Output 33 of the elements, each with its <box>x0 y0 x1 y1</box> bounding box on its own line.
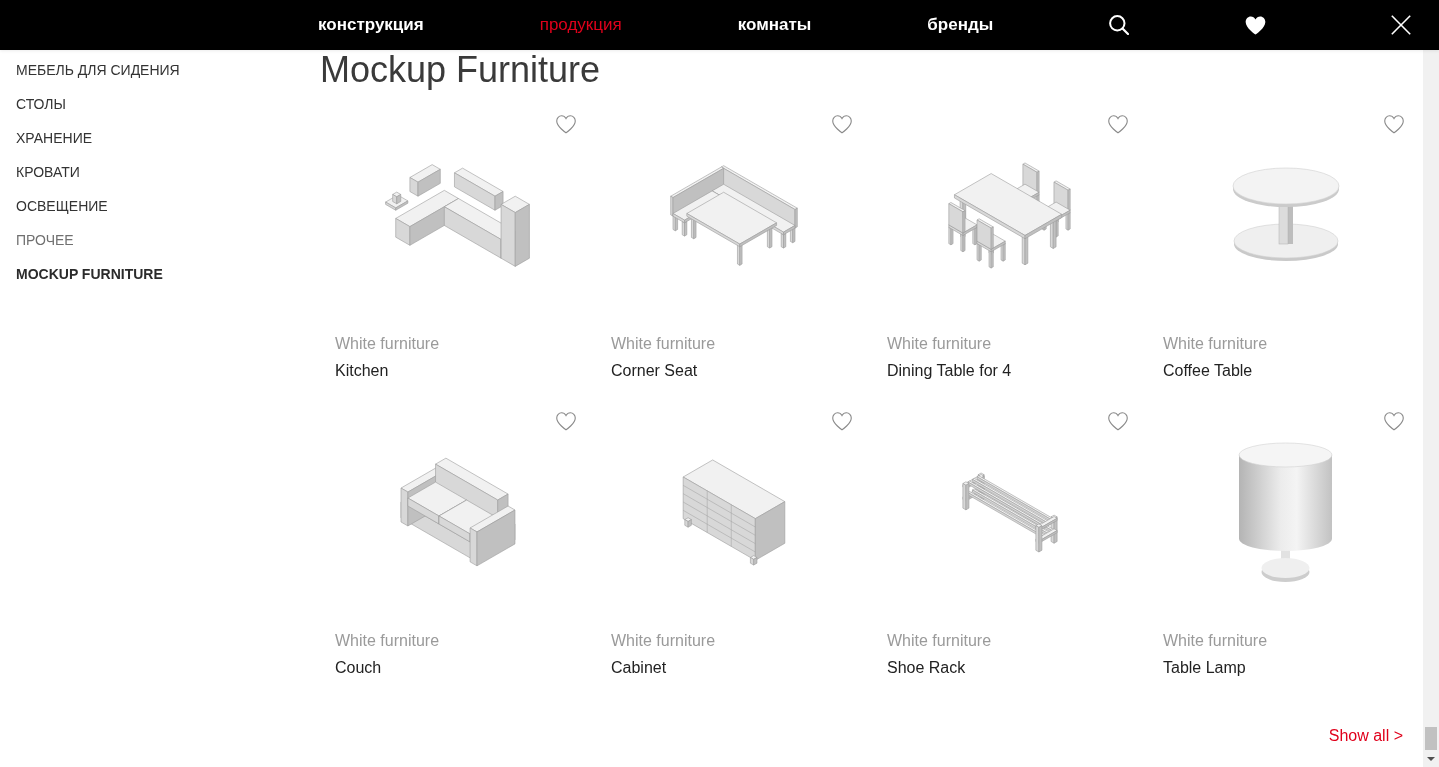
nav-link[interactable]: продукция <box>539 14 622 36</box>
product-name: Dining Table for 4 <box>887 361 1012 381</box>
product-name: Couch <box>335 658 382 678</box>
show-all-link[interactable]: Show all > <box>1328 726 1403 746</box>
category-link[interactable]: КРОВАТИ <box>16 155 80 189</box>
product-name: Coffee Table <box>1163 361 1253 381</box>
nav-link[interactable]: конструкция <box>318 14 424 36</box>
category-link[interactable]: ОСВЕЩЕНИЕ <box>16 189 108 223</box>
scrollbar[interactable] <box>1423 50 1439 767</box>
product-name: Corner Seat <box>611 361 698 381</box>
search-icon[interactable] <box>1109 15 1130 35</box>
page-title: Mockup Furniture <box>320 50 602 90</box>
category-link[interactable]: МЕБЕЛЬ ДЛЯ СИДЕНИЯ <box>16 53 180 87</box>
category-link[interactable]: ХРАНЕНИЕ <box>16 121 93 155</box>
product-category: White furniture <box>1163 334 1268 354</box>
product-name: Table Lamp <box>1163 658 1246 678</box>
product-category: White furniture <box>887 631 992 651</box>
product-name: Kitchen <box>335 361 389 381</box>
product-category: White furniture <box>611 631 716 651</box>
product-category: White furniture <box>335 334 440 354</box>
category-link[interactable]: ПРОЧЕЕ <box>16 223 74 257</box>
nav-link[interactable]: комнаты <box>737 14 812 36</box>
product-name: Cabinet <box>611 658 667 678</box>
product-category: White furniture <box>335 631 440 651</box>
heart-icon[interactable] <box>1245 15 1267 35</box>
category-link[interactable]: MOCKUP FURNITURE <box>16 257 163 291</box>
product-category: White furniture <box>1163 631 1268 651</box>
category-link[interactable]: СТОЛЫ <box>16 87 66 121</box>
product-name: Shoe Rack <box>887 658 966 678</box>
close-icon[interactable] <box>1391 15 1411 35</box>
nav-link[interactable]: бренды <box>927 14 994 36</box>
product-category: White furniture <box>887 334 992 354</box>
product-category: White furniture <box>611 334 716 354</box>
